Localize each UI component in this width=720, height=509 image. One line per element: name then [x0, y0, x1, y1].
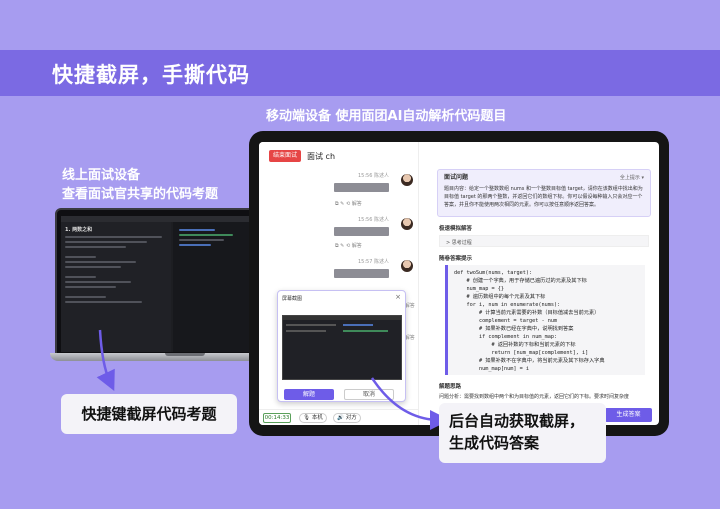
callout-right-line2: 生成代码答案 — [449, 434, 540, 452]
callout-right-line1: 后台自动获取截屏， — [449, 412, 585, 430]
arrow-left — [96, 329, 115, 392]
callout-hotkey: 快捷键截屏代码考题 — [61, 394, 237, 434]
callout-auto-answer: 后台自动获取截屏， 生成代码答案 — [439, 403, 606, 463]
arrow-right — [370, 377, 450, 430]
